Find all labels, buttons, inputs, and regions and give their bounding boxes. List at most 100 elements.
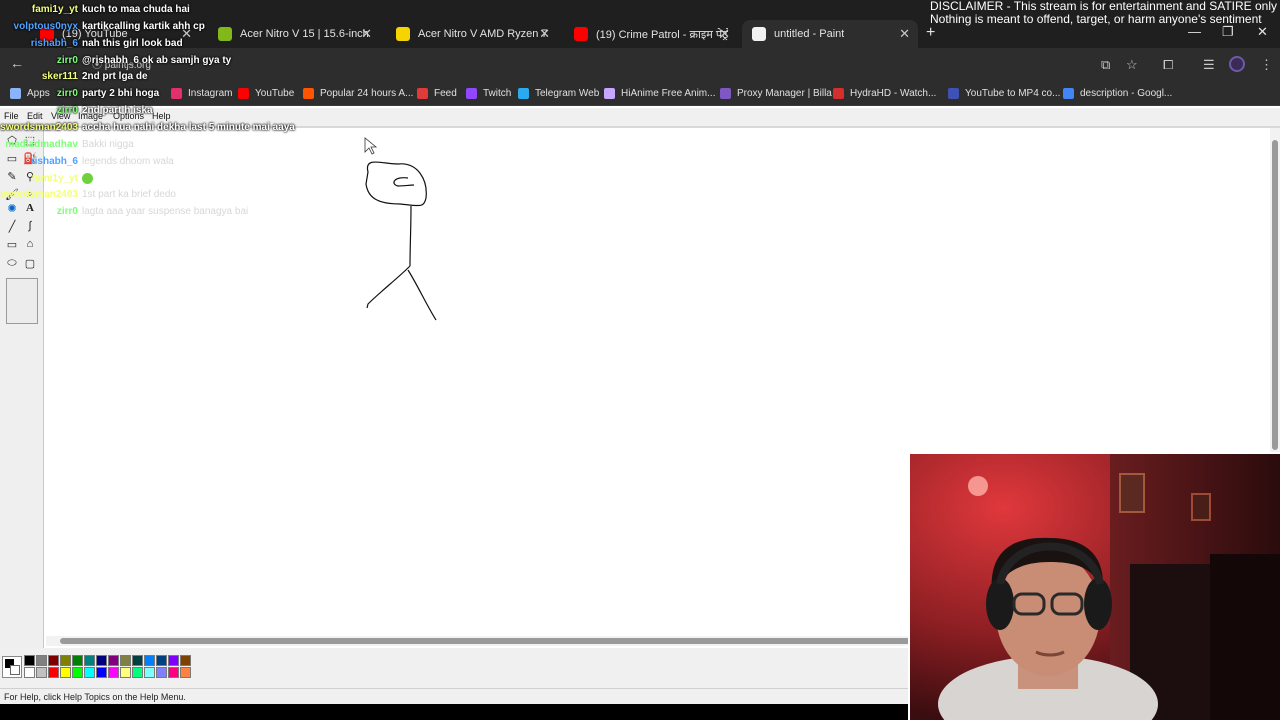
hydrahd-icon — [833, 87, 844, 99]
color-swatch[interactable] — [144, 667, 155, 678]
status-text: For Help, click Help Topics on the Help … — [4, 692, 186, 702]
tab-paint[interactable]: untitled - Paint ✕ — [742, 20, 918, 48]
bookmark-hydrahd[interactable]: HydraHD - Watch... — [833, 86, 936, 100]
maximize-icon[interactable]: ❐ — [1222, 24, 1234, 40]
color-swatch[interactable] — [108, 655, 119, 666]
color-swatch[interactable] — [180, 667, 191, 678]
close-icon[interactable]: ✕ — [539, 26, 550, 42]
rectangle-tool-icon[interactable]: ▭ — [4, 236, 20, 252]
chat-message: rishabh_6 legends dhoom wala — [0, 156, 174, 170]
drawn-leg-left-stroke — [366, 265, 411, 309]
color-swatch[interactable] — [60, 667, 71, 678]
bookmark-youtube[interactable]: YouTube — [238, 86, 294, 100]
chat-message: madladmadhav Bakki nigga — [0, 139, 134, 153]
webcam-feed — [908, 452, 1280, 720]
tab-acer-nitro-v-amd[interactable]: Acer Nitro V AMD Ryzen 7 Octa ✕ — [386, 20, 558, 48]
minimize-icon[interactable]: — — [1188, 24, 1201, 39]
bookmark-youtube-to-mp4[interactable]: YouTube to MP4 co... — [948, 86, 1060, 100]
background-color[interactable] — [10, 665, 20, 675]
tab-label: Acer Nitro V AMD Ryzen 7 Octa — [418, 28, 548, 40]
chat-message: sker111 2nd prt lga de — [0, 71, 148, 85]
bookmark-feed[interactable]: Feed — [417, 86, 457, 100]
reddit-icon — [303, 87, 314, 99]
tool-options-box[interactable] — [6, 278, 38, 324]
close-icon[interactable]: ✕ — [361, 26, 372, 42]
chat-text: lagta aaa yaar suspense banagya bai — [82, 206, 249, 217]
color-swatch[interactable] — [168, 667, 179, 678]
new-tab-icon[interactable]: + — [926, 24, 935, 42]
bookmark-google-docs[interactable]: description - Googl... — [1063, 86, 1172, 100]
color-swatch[interactable] — [108, 667, 119, 678]
youtube-icon — [238, 87, 249, 99]
bookmark-label: Proxy Manager | Billa — [737, 87, 832, 99]
chat-username: swordsman2403 — [0, 122, 78, 133]
bookmark-twitch[interactable]: Twitch — [466, 86, 511, 100]
chat-username: volptous0nyx — [13, 21, 78, 32]
window-close-icon[interactable]: ✕ — [1257, 24, 1268, 40]
chat-username: zirr0 — [56, 55, 78, 66]
google-docs-icon — [1063, 87, 1074, 99]
color-swatch[interactable] — [48, 667, 59, 678]
bookmark-star-icon[interactable]: ☆ — [1126, 57, 1138, 73]
color-swatch[interactable] — [96, 667, 107, 678]
color-swatch[interactable] — [120, 667, 131, 678]
reading-list-icon[interactable]: ☰ — [1203, 57, 1215, 73]
chat-text: kartikcalling kartik ahh cp — [82, 21, 205, 32]
profile-avatar[interactable] — [1229, 56, 1245, 72]
color-swatch[interactable] — [36, 655, 47, 666]
color-swatch[interactable] — [72, 655, 83, 666]
proxy-manager-icon — [720, 87, 731, 99]
chat-text: 2nd prt lga de — [82, 71, 148, 82]
color-swatch[interactable] — [36, 667, 47, 678]
color-swatch[interactable] — [24, 667, 35, 678]
chat-username: madladmadhav — [5, 139, 78, 150]
color-swatch[interactable] — [132, 655, 143, 666]
rounded-rectangle-tool-icon[interactable]: ▢ — [22, 255, 38, 271]
twitch-icon — [466, 87, 477, 99]
screen: (19) YouTube ✕ Acer Nitro V 15 | 15.6-in… — [0, 0, 1280, 720]
tab-label: (19) Crime Patrol - क्राइम पेट्रोल — [596, 28, 728, 41]
acer-favicon-icon — [218, 27, 232, 41]
tab-crime-patrol[interactable]: (19) Crime Patrol - क्राइम पेट्रोल ✕ — [564, 20, 738, 48]
color-swatch[interactable] — [96, 655, 107, 666]
color-swatch[interactable] — [132, 667, 143, 678]
color-swatch[interactable] — [144, 655, 155, 666]
tab-acer-nitro-v15[interactable]: Acer Nitro V 15 | 15.6-inch Gam ✕ — [208, 20, 380, 48]
color-swatch[interactable] — [168, 655, 179, 666]
bookmark-label: HiAnime Free Anim... — [621, 87, 716, 99]
vertical-scrollbar-thumb[interactable] — [1272, 140, 1278, 450]
curve-tool-icon[interactable]: ∫ — [22, 218, 38, 234]
close-icon[interactable]: ✕ — [899, 26, 910, 42]
chat-username: sker111 — [41, 71, 78, 82]
chat-text: accha hua nahi dekha last 5 minute mai a… — [82, 122, 295, 133]
color-swatch[interactable] — [84, 655, 95, 666]
polygon-tool-icon[interactable]: ⌂ — [22, 236, 38, 252]
color-swatch[interactable] — [156, 667, 167, 678]
color-swatch[interactable] — [156, 655, 167, 666]
kebab-menu-icon[interactable]: ⋮ — [1260, 57, 1273, 73]
extensions-icon[interactable]: ⧠ — [1163, 57, 1173, 73]
mouse-cursor-icon — [364, 137, 378, 155]
color-swatch[interactable] — [60, 655, 71, 666]
bookmark-popular-24h[interactable]: Popular 24 hours A... — [303, 86, 413, 100]
chat-text: legends dhoom wala — [82, 156, 174, 167]
ellipse-tool-icon[interactable]: ⬭ — [4, 255, 20, 271]
menu-help[interactable]: Help — [152, 111, 171, 121]
install-app-icon[interactable]: ⧉ — [1101, 57, 1110, 73]
color-swatch[interactable] — [48, 655, 59, 666]
color-swatch[interactable] — [180, 655, 191, 666]
bookmark-telegram[interactable]: Telegram Web — [518, 86, 599, 100]
chat-text: 1st part ka brief dedo — [82, 189, 176, 200]
bookmark-proxy-manager[interactable]: Proxy Manager | Billa — [720, 86, 832, 100]
close-icon[interactable]: ✕ — [719, 26, 730, 42]
chat-message: swordsman2403 accha hua nahi dekha last 5… — [0, 122, 295, 136]
color-swatch[interactable] — [72, 667, 83, 678]
color-swatch[interactable] — [84, 667, 95, 678]
chat-text: nah this girl look bad — [82, 38, 183, 49]
color-swatch[interactable] — [24, 655, 35, 666]
color-swatch[interactable] — [120, 655, 131, 666]
bookmark-hianime[interactable]: HiAnime Free Anim... — [604, 86, 715, 100]
bookmark-instagram[interactable]: Instagram — [171, 86, 232, 100]
line-tool-icon[interactable]: ╱ — [4, 218, 20, 234]
chat-emote-icon — [82, 173, 93, 184]
